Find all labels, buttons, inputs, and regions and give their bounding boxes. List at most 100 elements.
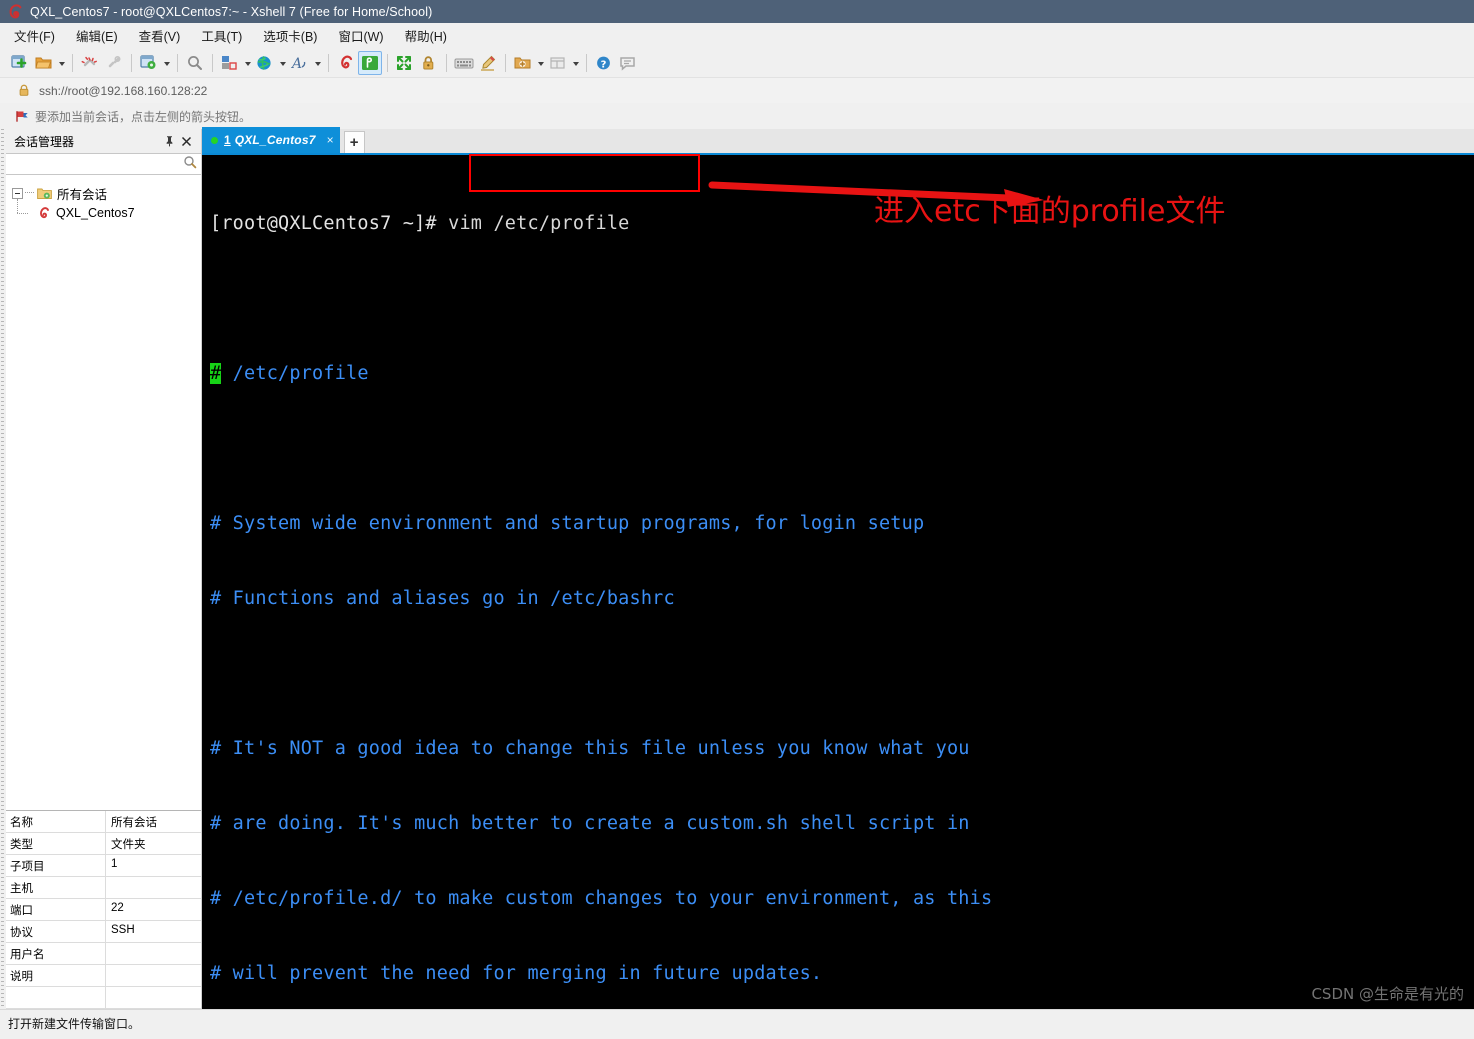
- tree-connector: [25, 192, 34, 194]
- terminal-line: # are doing. It's much better to create …: [210, 813, 970, 834]
- prop-key: 名称: [6, 811, 106, 832]
- pin-icon[interactable]: [161, 133, 178, 150]
- menu-view[interactable]: 查看(V): [139, 26, 181, 45]
- chevron-down-icon[interactable]: [312, 51, 323, 75]
- collapse-toggle-icon[interactable]: [12, 187, 23, 199]
- add-folder-icon[interactable]: [511, 51, 535, 75]
- terminal-line: # System wide environment and startup pr…: [210, 513, 925, 534]
- address-bar[interactable]: ssh://root@192.168.160.128:22: [0, 77, 1474, 103]
- chevron-down-icon[interactable]: [56, 51, 67, 75]
- tree-item-qxl-centos7[interactable]: QXL_Centos7: [12, 199, 201, 223]
- menu-tab[interactable]: 选项卡(B): [263, 26, 317, 45]
- feedback-icon[interactable]: [616, 51, 640, 75]
- search-input[interactable]: [10, 156, 183, 172]
- toolbar-separator: [505, 53, 506, 72]
- open-folder-icon[interactable]: [32, 51, 56, 75]
- annotation-text: 进入etc下面的profile文件: [874, 194, 1226, 229]
- menu-tools[interactable]: 工具(T): [201, 26, 242, 45]
- window-title: QXL_Centos7 - root@QXLCentos7:~ - Xshell…: [30, 4, 433, 19]
- drag-grip[interactable]: [1, 129, 4, 1009]
- fullscreen-icon[interactable]: [393, 51, 417, 75]
- layout-icon[interactable]: [218, 51, 242, 75]
- tab-bar: 1 QXL_Centos7 × +: [202, 127, 1474, 155]
- tab-label: QXL_Centos7: [234, 133, 316, 147]
- menu-edit[interactable]: 编辑(E): [76, 26, 118, 45]
- tree-item-all-sessions[interactable]: 所有会话: [12, 183, 201, 203]
- keyboard-icon[interactable]: [452, 51, 476, 75]
- session-properties-icon[interactable]: [137, 51, 161, 75]
- chevron-down-icon[interactable]: [161, 51, 172, 75]
- terminal-line: # It's NOT a good idea to change this fi…: [210, 738, 970, 759]
- session-manager-title: 会话管理器: [14, 134, 75, 149]
- chevron-down-icon[interactable]: [277, 51, 288, 75]
- prop-key: 子项目: [6, 855, 106, 876]
- tab-qxl-centos7[interactable]: 1 QXL_Centos7 ×: [202, 127, 340, 153]
- font-icon[interactable]: A: [288, 51, 312, 75]
- toolbar-separator: [586, 53, 587, 72]
- red-flag-icon: [15, 110, 29, 123]
- left-rail: [0, 129, 6, 1009]
- reconnect-icon[interactable]: [102, 51, 126, 75]
- file-path: /etc/profile: [221, 363, 369, 384]
- tree-item-label: 所有会话: [57, 187, 108, 202]
- session-search-bar[interactable]: [6, 153, 201, 175]
- chevron-down-icon[interactable]: [535, 51, 546, 75]
- status-text: 打开新建文件传输窗口。: [8, 1016, 141, 1031]
- table-row: 协议 SSH: [6, 921, 201, 943]
- prop-key: 类型: [6, 833, 106, 854]
- new-tab-button[interactable]: +: [343, 131, 365, 153]
- session-manager-panel: 会话管理器 所有会话 QXL_Centos7 名称 所有会话 类型 文件夹 子项…: [6, 129, 202, 1009]
- session-properties-table: 名称 所有会话 类型 文件夹 子项目 1 主机 端口 22 协议 SSH 用户名…: [6, 810, 201, 1009]
- main-body: 会话管理器 所有会话 QXL_Centos7 名称 所有会话 类型 文件夹 子项…: [0, 127, 1474, 1009]
- split-view-icon[interactable]: [546, 51, 570, 75]
- new-session-icon[interactable]: [8, 51, 32, 75]
- svg-text:?: ?: [601, 59, 607, 70]
- prop-value: [106, 965, 201, 986]
- table-row: 端口 22: [6, 899, 201, 921]
- notice-text: 要添加当前会话，点击左侧的箭头按钮。: [35, 109, 252, 124]
- menu-window[interactable]: 窗口(W): [338, 26, 383, 45]
- chevron-down-icon[interactable]: [242, 51, 253, 75]
- title-bar: QXL_Centos7 - root@QXLCentos7:~ - Xshell…: [0, 0, 1474, 23]
- prop-key: 主机: [6, 877, 106, 898]
- close-icon[interactable]: [178, 133, 195, 150]
- toolbar-separator: [72, 53, 73, 72]
- svg-text:A: A: [290, 56, 302, 72]
- menu-help[interactable]: 帮助(H): [405, 26, 447, 45]
- toolbar-separator: [177, 53, 178, 72]
- shell-prompt: [root@QXLCentos7 ~]#: [210, 213, 449, 234]
- prop-key: 端口: [6, 899, 106, 920]
- terminal-area: 1 QXL_Centos7 × + [root@QXLCentos7 ~]# v…: [202, 127, 1474, 1009]
- session-manager-header: 会话管理器: [6, 129, 201, 153]
- session-url: ssh://root@192.168.160.128:22: [39, 83, 208, 98]
- highlight-pen-icon[interactable]: [476, 51, 500, 75]
- lock-icon: [18, 84, 30, 97]
- xftp-icon[interactable]: [358, 50, 382, 75]
- help-icon[interactable]: ?: [592, 51, 616, 75]
- chevron-down-icon[interactable]: [570, 51, 581, 75]
- prop-key: [6, 987, 106, 1008]
- close-icon[interactable]: ×: [327, 133, 334, 147]
- search-icon[interactable]: [183, 155, 197, 174]
- table-row: 子项目 1: [6, 855, 201, 877]
- terminal-screen[interactable]: [root@QXLCentos7 ~]# vim /etc/profile # …: [202, 155, 1474, 1009]
- terminal-line: # /etc/profile.d/ to make custom changes…: [210, 888, 993, 909]
- prop-value: [106, 943, 201, 964]
- find-icon[interactable]: [183, 51, 207, 75]
- xshell-logo-icon: [7, 3, 23, 20]
- lock-icon[interactable]: [417, 51, 441, 75]
- terminal-line: # Functions and aliases go in /etc/bashr…: [210, 588, 675, 609]
- menu-file[interactable]: 文件(F): [14, 26, 55, 45]
- tab-number: 1: [224, 133, 231, 147]
- disconnect-icon[interactable]: [78, 51, 102, 75]
- xshell-icon[interactable]: [334, 51, 358, 75]
- prop-value: [106, 987, 201, 1008]
- notice-bar: 要添加当前会话，点击左侧的箭头按钮。: [0, 103, 1474, 129]
- connected-status-icon: [211, 136, 218, 144]
- session-tree: 所有会话 QXL_Centos7: [6, 175, 201, 810]
- tree-item-label: QXL_Centos7: [56, 206, 135, 220]
- folder-icon: [37, 187, 52, 200]
- globe-icon[interactable]: [253, 51, 277, 75]
